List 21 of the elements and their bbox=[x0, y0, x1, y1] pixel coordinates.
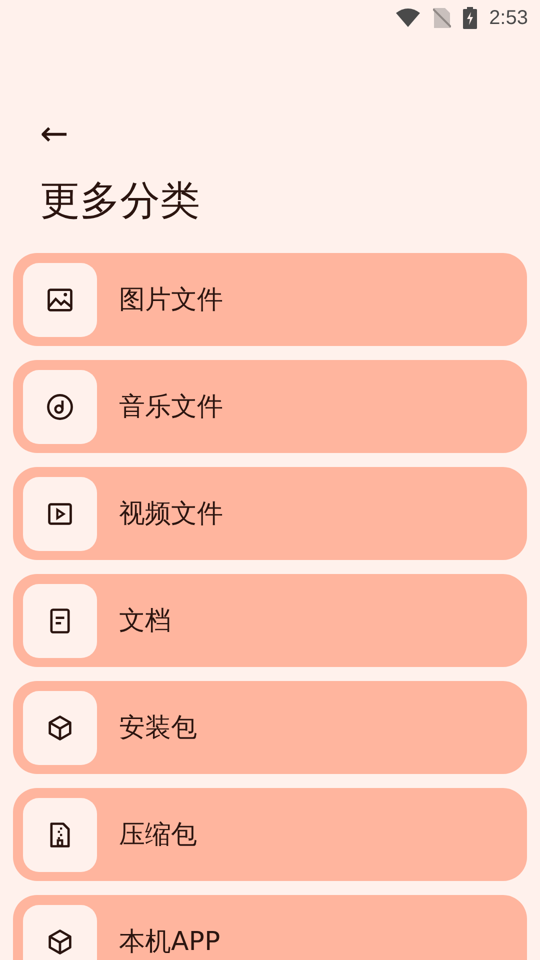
no-sim-icon bbox=[433, 7, 452, 29]
category-label: 音乐文件 bbox=[119, 391, 223, 424]
category-label: 压缩包 bbox=[119, 819, 197, 852]
category-item[interactable]: 压缩包 bbox=[13, 788, 527, 881]
battery-charging-icon bbox=[463, 7, 478, 29]
category-label: 图片文件 bbox=[119, 284, 223, 317]
category-item[interactable]: 文档 bbox=[13, 574, 527, 667]
category-item[interactable]: 图片文件 bbox=[13, 253, 527, 346]
category-label: 本机APP bbox=[119, 926, 220, 959]
category-label: 文档 bbox=[119, 605, 171, 638]
clock-time: 2:53 bbox=[489, 6, 528, 30]
category-item[interactable]: 视频文件 bbox=[13, 467, 527, 560]
page-title: 更多分类 bbox=[40, 177, 201, 226]
category-label: 视频文件 bbox=[119, 498, 223, 531]
music-disc-icon bbox=[45, 392, 75, 422]
category-item[interactable]: 安装包 bbox=[13, 681, 527, 774]
category-item[interactable]: 音乐文件 bbox=[13, 360, 527, 453]
wifi-icon bbox=[395, 8, 422, 28]
category-label: 安装包 bbox=[119, 712, 197, 745]
back-button[interactable]: ← bbox=[40, 121, 68, 147]
category-item[interactable]: 本机APP bbox=[13, 895, 527, 960]
